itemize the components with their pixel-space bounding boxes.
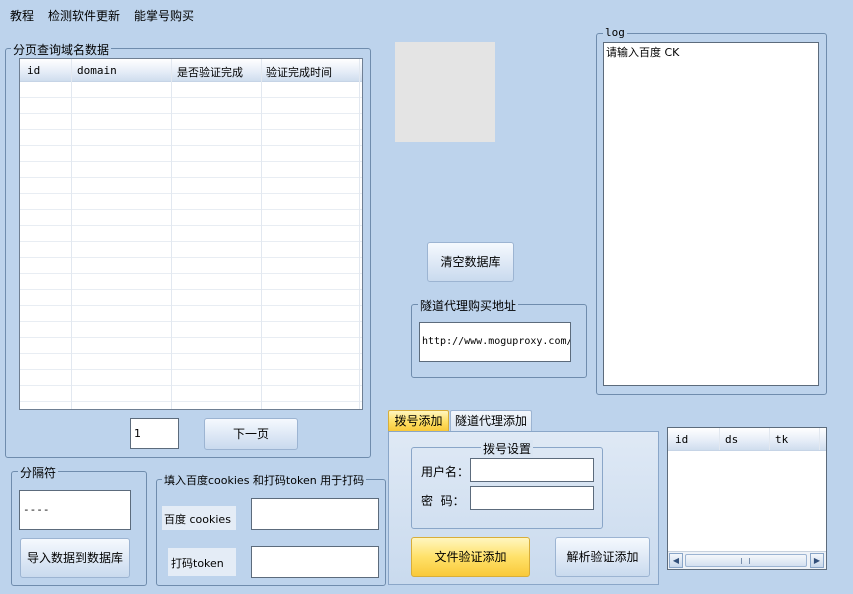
password-label: 密 码： [421,494,465,508]
column-header-id[interactable]: id [27,64,40,77]
import-to-database-button[interactable]: 导入数据到数据库 [20,538,130,578]
grid-divider [359,59,360,409]
proxy-title: 隧道代理购买地址 [418,297,519,314]
column-header-domain[interactable]: domain [77,64,117,77]
column-header-verified-time[interactable]: 验证完成时间 [266,64,332,80]
domain-data-title: 分页查询域名数据 [11,41,112,58]
parse-verify-add-button[interactable]: 解析验证添加 [555,537,650,577]
column-header-verified[interactable]: 是否验证完成 [177,64,243,80]
scroll-right-arrow-icon[interactable]: ▶ [810,553,824,568]
grip-icon [741,558,750,564]
username-label: 用户名： [421,465,470,479]
log-title: log [603,26,627,39]
grid-divider [171,59,172,409]
username-input[interactable] [470,458,594,482]
log-textarea[interactable]: 请输入百度 CK [603,42,819,386]
clear-database-button[interactable]: 清空数据库 [427,242,514,282]
password-input[interactable] [470,486,594,510]
scroll-left-arrow-icon[interactable]: ◀ [669,553,683,568]
column-header-ds[interactable]: ds [725,433,738,446]
menu-item-buy-account[interactable]: 能掌号购买 [134,7,194,24]
cookies-token-title: 填入百度cookies 和打码token 用于打码 [162,472,367,488]
account-data-grid[interactable]: id ds tk ◀ ▶ [667,427,827,570]
dial-settings-title: 拨号设置 [481,440,534,457]
separator-input[interactable]: ---- [19,490,131,530]
tab-proxy-add[interactable]: 隧道代理添加 [450,410,532,432]
menu-item-check-update[interactable]: 检测软件更新 [48,7,120,24]
proxy-url-field[interactable]: http://www.moguproxy.com/ [419,322,571,362]
menu-bar: 教程 检测软件更新 能掌号购买 [0,0,853,30]
image-placeholder [395,42,495,142]
grid-divider [261,59,262,409]
grid-divider [819,428,820,450]
baidu-cookies-input[interactable] [251,498,379,530]
baidu-cookies-label: 百度 cookies [162,506,236,530]
scrollbar-thumb[interactable] [685,554,807,567]
horizontal-scrollbar[interactable]: ◀ ▶ [668,551,826,569]
grid-divider [769,428,770,450]
grid-divider [719,428,720,450]
page-number-input[interactable]: 1 [130,418,179,449]
captcha-token-label: 打码token [168,548,236,576]
tab-dial-add[interactable]: 拨号添加 [388,410,449,432]
domain-data-grid[interactable]: id domain 是否验证完成 验证完成时间 [19,58,363,410]
file-verify-add-button[interactable]: 文件验证添加 [411,537,530,577]
menu-item-tutorial[interactable]: 教程 [10,7,34,24]
separator-title: 分隔符 [18,464,59,481]
grid-divider [71,59,72,409]
next-page-button[interactable]: 下一页 [204,418,298,450]
column-header-tk[interactable]: tk [775,433,788,446]
column-header-id[interactable]: id [675,433,688,446]
account-grid-header: id ds tk [668,428,826,451]
captcha-token-input[interactable] [251,546,379,578]
